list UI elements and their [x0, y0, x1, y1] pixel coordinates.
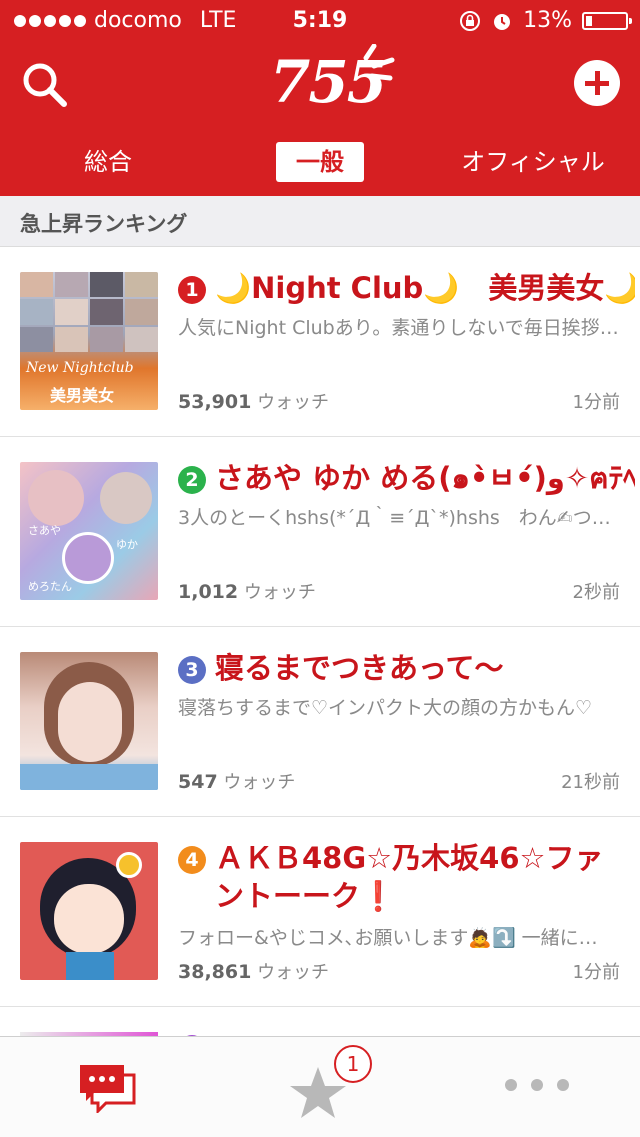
watch-label: ウォッチ [243, 582, 316, 603]
tab-general[interactable]: 一般 [276, 142, 364, 182]
thumb-label: ゆか [116, 538, 138, 551]
watch-number: 1,012 [178, 581, 239, 603]
list-item[interactable]: 3 寝るまでつきあって〜 寝落ちするまで♡インパクト大の顔の方かもん♡ 547 … [0, 627, 640, 817]
talk-title: 寝るまでつきあって〜 [215, 651, 504, 685]
sparkle-icon [363, 44, 395, 81]
talk-description: 寝落ちするまで♡インパクト大の顔の方かもん♡ [178, 697, 593, 719]
watch-count: 53,901 ウォッチ [178, 388, 329, 414]
updated-time: 2秒前 [572, 582, 620, 603]
talk-thumbnail [20, 842, 158, 980]
section-title: 急上昇ランキング [20, 212, 188, 236]
thumb-label: さあや [28, 524, 61, 537]
battery-icon [582, 11, 632, 30]
thumb-label: めろたん [28, 580, 72, 593]
talk-thumbnail: さあや ゆか めろたん [20, 462, 158, 600]
updated-time: 1分前 [572, 962, 620, 983]
status-bar: docomo LTE 5:19 13% [0, 0, 640, 40]
bottom-tab-bar: 1 [0, 1036, 640, 1137]
watch-label: ウォッチ [223, 772, 296, 793]
section-header: 急上昇ランキング [0, 196, 640, 247]
watch-label: ウォッチ [257, 392, 330, 413]
battery-percent: 13% [523, 8, 572, 33]
talk-title: ＡＫＢ48G☆乃木坂46☆ファントーーク❗ [215, 841, 604, 913]
thumb-subcaption: 美男美女 [50, 386, 115, 405]
talk-description: 3人のとーくhshs(*´Д｀≡´Д`*)hshs わん✍つぅ… [178, 507, 624, 529]
favorites-badge: 1 [334, 1045, 372, 1083]
list-item[interactable]: 4 ＡＫＢ48G☆乃木坂46☆ファントーーク❗ フォロー&やじコメ､お願いします… [0, 817, 640, 1007]
updated-time: 21秒前 [561, 772, 620, 793]
watch-count: 38,861 ウォッチ [178, 958, 329, 984]
watch-number: 547 [178, 771, 218, 793]
rank-badge: 1 [178, 276, 206, 304]
talk-thumbnail [20, 652, 158, 790]
tab-official[interactable]: オフィシャル [454, 142, 612, 182]
tab-general-all[interactable]: 総合 [66, 142, 150, 182]
search-icon[interactable] [18, 58, 72, 112]
lock-rotation-icon [460, 10, 481, 31]
watch-number: 53,901 [178, 391, 252, 413]
talk-thumbnail: New Nightclub 美男美女 [20, 272, 158, 410]
alarm-icon [494, 13, 511, 30]
more-icon[interactable] [505, 1079, 569, 1091]
talk-title: さあや ゆか める(๑•̀ㅂ•́)و✧ฅﾃﾍ- [215, 461, 635, 495]
add-icon[interactable] [574, 60, 620, 106]
watch-label: ウォッチ [257, 962, 330, 983]
app-header: docomo LTE 5:19 13% 755 総合 一般 オフィシャル [0, 0, 640, 196]
talk-title: 🌙Night Club🌙 美男美女🌙 [215, 271, 635, 305]
list-item[interactable]: さあや ゆか めろたん 2 さあや ゆか める(๑•̀ㅂ•́)و✧ฅﾃﾍ- 3人… [0, 437, 640, 627]
rank-badge: 2 [178, 466, 206, 494]
nav-bar: 755 [0, 40, 640, 130]
watch-number: 38,861 [178, 961, 252, 983]
list-item[interactable]: New Nightclub 美男美女 1 🌙Night Club🌙 美男美女🌙 … [0, 247, 640, 437]
talk-description: 人気にNight Clubあり。素通りしないで毎日挨拶してね [178, 317, 624, 339]
watch-count: 1,012 ウォッチ [178, 578, 316, 604]
updated-time: 1分前 [572, 392, 620, 413]
app-logo: 755 [270, 40, 400, 120]
rank-badge: 4 [178, 846, 206, 874]
thumb-caption: New Nightclub [26, 360, 134, 376]
watch-count: 547 ウォッチ [178, 768, 295, 794]
category-tabs: 総合 一般 オフィシャル [0, 138, 640, 186]
talk-description: フォロー&やじコメ､お願いします🙇⤵️ 一緒に… [178, 927, 598, 949]
chat-icon[interactable] [78, 1063, 136, 1113]
rank-badge: 3 [178, 656, 206, 684]
